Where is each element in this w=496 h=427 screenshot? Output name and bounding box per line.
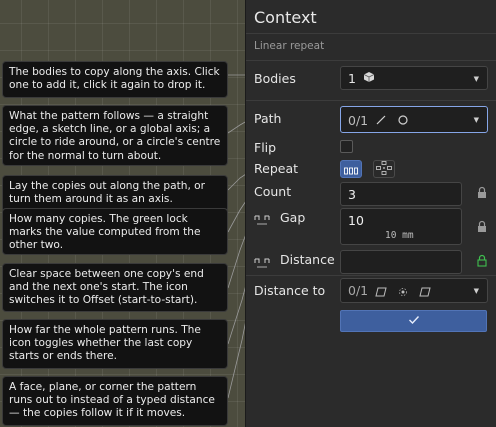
panel-title: Context <box>254 8 317 27</box>
rotate-mode-icon <box>376 160 392 179</box>
count-value: 3 <box>348 187 356 202</box>
linear-mode-icon <box>344 160 358 179</box>
bodies-count: 1 <box>348 71 356 86</box>
lock-icon[interactable] <box>477 186 487 202</box>
gap-value: 10 <box>348 213 364 228</box>
repeat-label: Repeat <box>254 161 299 176</box>
flip-checkbox[interactable] <box>340 140 353 153</box>
distance-to-count: 0/1 <box>348 283 369 298</box>
bodies-select[interactable]: 1 ▼ <box>340 66 488 90</box>
divider <box>246 33 496 34</box>
bodies-label: Bodies <box>254 71 296 86</box>
tooltip-distance: How far the whole pattern runs. The icon… <box>2 319 228 369</box>
rotate-mode-toggle[interactable] <box>373 160 395 178</box>
flip-label: Flip <box>254 140 277 155</box>
tooltip-repeat: Lay the copies out along the path, or tu… <box>2 175 228 212</box>
cube-icon <box>363 71 375 86</box>
divider <box>246 275 496 276</box>
lock-icon[interactable] <box>477 254 487 270</box>
count-input[interactable]: 3 <box>340 182 462 206</box>
divider <box>246 60 496 61</box>
circle-icon <box>397 114 409 129</box>
tooltip-path: What the pattern follows — a straight ed… <box>2 105 228 166</box>
path-count: 0/1 <box>348 113 369 128</box>
linear-mode-toggle[interactable] <box>340 160 362 178</box>
vertex-icon <box>398 285 408 300</box>
path-select[interactable]: 0/1 ▼ <box>340 106 488 133</box>
distance-label: Distance <box>280 252 335 267</box>
dropdown-caret-icon: ▼ <box>473 75 479 83</box>
distance-input[interactable] <box>340 250 462 274</box>
distance-mode-icon[interactable] <box>254 254 270 273</box>
line-icon <box>375 114 387 129</box>
checkmark-icon <box>408 314 420 328</box>
gap-mode-icon[interactable] <box>254 211 270 230</box>
divider <box>246 100 496 101</box>
dropdown-caret-icon: ▼ <box>473 287 479 295</box>
lock-icon[interactable] <box>477 220 487 236</box>
tooltip-count: How many copies. The green lock marks th… <box>2 208 228 255</box>
context-panel: Context Linear repeat Bodies 1 ▼ Path 0/… <box>245 0 496 427</box>
gap-computed: 10 mm <box>385 230 414 241</box>
confirm-button[interactable] <box>340 310 487 332</box>
tooltip-gap: Clear space between one copy's end and t… <box>2 263 228 312</box>
plane-icon <box>419 285 431 300</box>
panel-subtitle: Linear repeat <box>254 40 325 52</box>
gap-input[interactable]: 10 10 mm <box>340 208 462 245</box>
path-label: Path <box>254 111 282 126</box>
tooltip-distance-to: A face, plane, or corner the pattern run… <box>2 376 228 426</box>
dropdown-caret-icon: ▼ <box>473 116 479 124</box>
count-label: Count <box>254 184 292 199</box>
distance-to-select[interactable]: 0/1 ▼ <box>340 278 488 303</box>
tooltip-bodies: The bodies to copy along the axis. Click… <box>2 61 228 98</box>
distance-to-label: Distance to <box>254 283 326 298</box>
face-icon <box>375 285 387 300</box>
gap-label: Gap <box>280 210 306 225</box>
